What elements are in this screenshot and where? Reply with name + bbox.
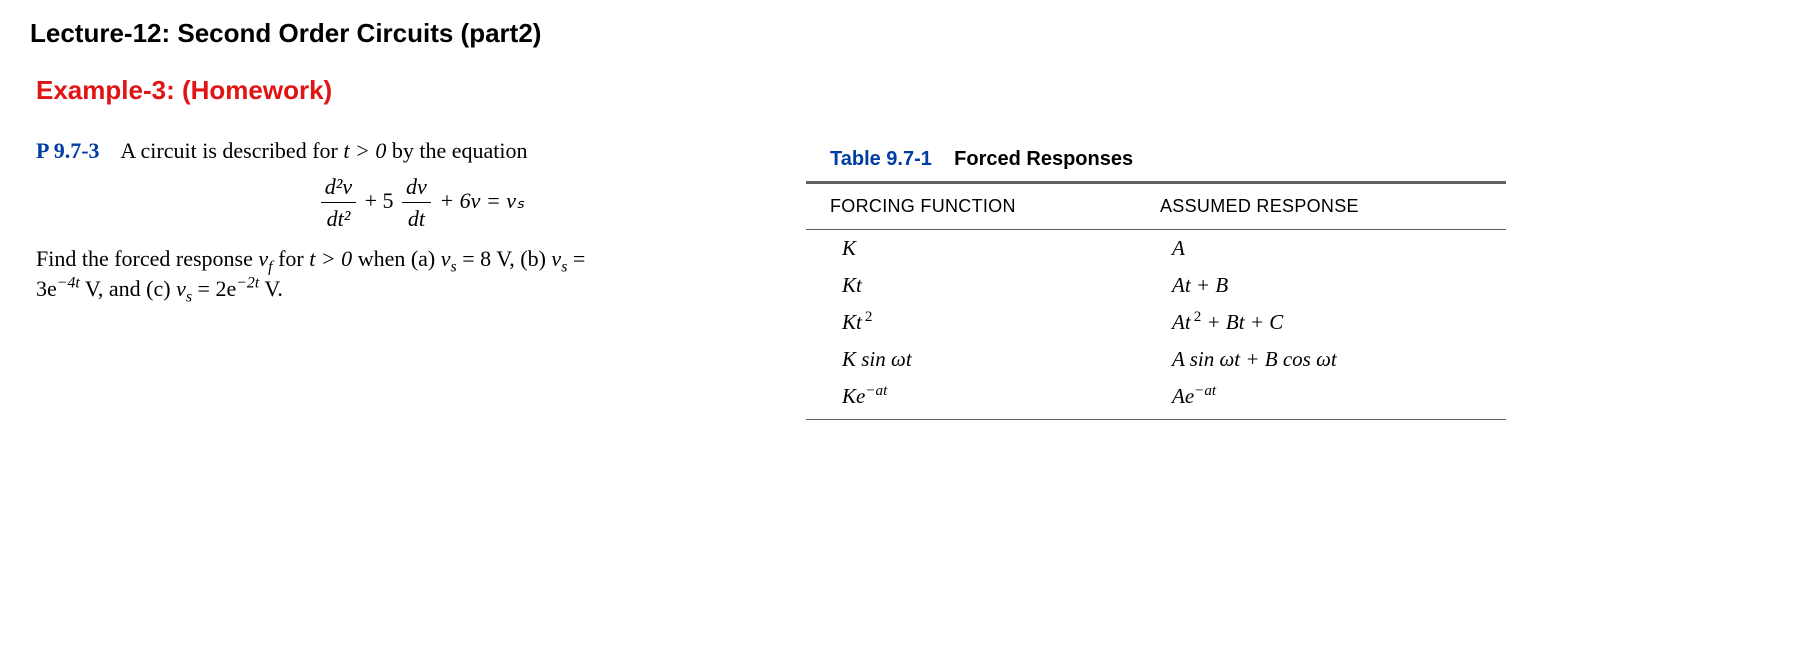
l3b: V, and (c) [80,276,176,301]
cell-response: Ae−at [1172,384,1506,409]
content-columns: P 9.7-3 A circuit is described for t > 0… [30,136,1776,420]
l3exp2: −2t [236,274,259,291]
cell-response: At + B [1172,273,1506,298]
fraction-2: dv dt [402,172,431,234]
problem-line-3: 3e−4t V, and (c) vs = 2e−2t V. [36,274,806,304]
table-row: K sin ωt A sin ωt + B cos ωt [806,341,1506,378]
cell-forcing: Ke−at [842,384,1172,409]
cell-response: A sin ωt + B cos ωt [1172,347,1506,372]
fraction-1-den: dt² [321,203,356,234]
problem-statement: P 9.7-3 A circuit is described for t > 0… [30,136,806,303]
cell-forcing: Kt [842,273,1172,298]
l3c: = 2e [192,276,236,301]
fraction-1-num: d²v [321,172,356,204]
table-title: Forced Responses [954,148,1133,170]
table-number: Table 9.7-1 [830,148,932,170]
eq-coef2: + 5 [365,188,394,213]
table-row: Ke−at Ae−at [806,378,1506,415]
cell-response: At 2 + Bt + C [1172,310,1506,335]
lecture-title: Lecture-12: Second Order Circuits (part2… [30,18,1776,49]
table-header-row: FORCING FUNCTION ASSUMED RESPONSE [806,184,1506,230]
l2e: = [567,246,585,271]
l3a: 3e [36,276,57,301]
fraction-1: d²v dt² [321,172,356,234]
page: Lecture-12: Second Order Circuits (part2… [0,0,1806,450]
table-caption: Table 9.7-1 Forced Responses [806,138,1506,184]
l2cond: t > 0 [309,246,352,271]
table-head-forcing: FORCING FUNCTION [830,196,1160,217]
table-row: K A [806,230,1506,267]
problem-intro-a: A circuit is described for [120,138,343,163]
l2c: when (a) [352,246,441,271]
problem-line-1: P 9.7-3 A circuit is described for t > 0… [36,136,806,166]
differential-equation: d²v dt² + 5 dv dt + 6v = vₛ [36,172,806,234]
cell-response: A [1172,236,1506,261]
l2a: Find the forced response [36,246,258,271]
l2b: for [273,246,310,271]
fraction-2-num: dv [402,172,431,204]
table-row: Kt At + B [806,267,1506,304]
cell-forcing: K [842,236,1172,261]
table-column: Table 9.7-1 Forced Responses FORCING FUN… [806,136,1776,420]
problem-intro-cond: t > 0 [343,138,386,163]
example-heading: Example-3: (Homework) [36,75,1776,106]
l2d: = 8 V, (b) [457,246,552,271]
table-bottom-rule [806,419,1506,420]
table-row: Kt 2 At 2 + Bt + C [806,304,1506,341]
cell-forcing: Kt 2 [842,310,1172,335]
eq-tail: + 6v = vₛ [439,188,524,213]
l3d: V. [259,276,283,301]
problem-line-2: Find the forced response vf for t > 0 wh… [36,244,806,274]
problem-intro-b: by the equation [386,138,527,163]
problem-number: P 9.7-3 [36,138,100,163]
forced-responses-table: Table 9.7-1 Forced Responses FORCING FUN… [806,138,1506,420]
fraction-2-den: dt [402,203,431,234]
table-head-response: ASSUMED RESPONSE [1160,196,1506,217]
l3exp1: −4t [57,274,80,291]
cell-forcing: K sin ωt [842,347,1172,372]
